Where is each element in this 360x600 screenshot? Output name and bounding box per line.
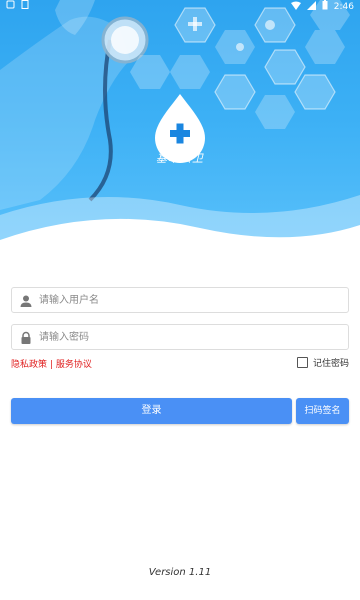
medical-illustration (0, 0, 360, 260)
signal-icon (306, 0, 316, 14)
password-field[interactable] (11, 324, 349, 350)
sim-icon (21, 0, 29, 13)
header-banner: 基本公卫 2:46 (0, 0, 360, 260)
logo-text: 基本公卫 (156, 152, 204, 165)
links-separator: | (49, 360, 53, 370)
version-label: Version 1.11 (148, 567, 212, 578)
status-time: 2:46 (333, 2, 354, 12)
username-input[interactable] (39, 288, 339, 312)
remember-password[interactable]: 记住密码 (296, 356, 349, 369)
policy-links: 隐私政策 | 服务协议 (11, 357, 92, 370)
login-button[interactable]: 登录 (11, 398, 292, 424)
wifi-icon (290, 1, 301, 14)
status-bar: 2:46 (0, 0, 360, 12)
notification-icon (6, 0, 15, 13)
user-icon (19, 293, 33, 307)
remember-password-checkbox[interactable] (296, 357, 308, 368)
scan-sign-button[interactable]: 扫码签名 (296, 398, 349, 424)
privacy-policy-link[interactable]: 隐私政策 (11, 360, 47, 370)
username-field[interactable] (11, 287, 349, 313)
battery-icon (322, 0, 328, 14)
remember-password-label: 记住密码 (312, 359, 349, 369)
service-agreement-link[interactable]: 服务协议 (56, 360, 92, 370)
lock-icon (19, 330, 33, 344)
password-input[interactable] (39, 325, 339, 349)
